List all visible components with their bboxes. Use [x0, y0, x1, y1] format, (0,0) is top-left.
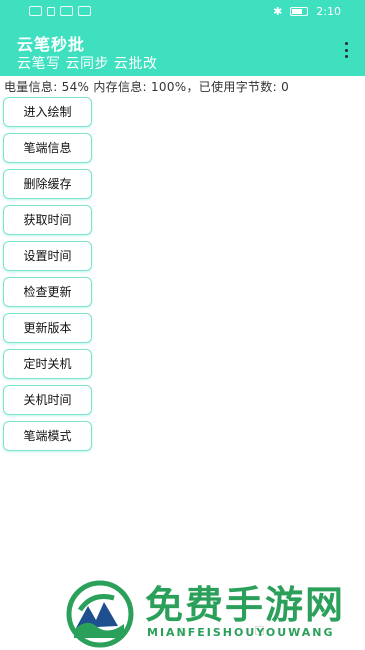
scheduled-shutdown-button[interactable]: 定时关机	[3, 349, 92, 379]
get-time-button[interactable]: 获取时间	[3, 205, 92, 235]
image-icon	[60, 6, 73, 16]
set-time-button[interactable]: 设置时间	[3, 241, 92, 271]
watermark-text: 免费手游网	[145, 583, 346, 627]
status-icons-right: ✱ 2:10	[273, 5, 341, 18]
sim-icon	[29, 6, 42, 16]
menu-dot	[344, 42, 348, 45]
watermark-subtext: MIANFEISHOUYOUWANG	[147, 626, 335, 639]
delete-cache-button[interactable]: 删除缓存	[3, 169, 92, 199]
watermark-logo-icon	[66, 580, 134, 648]
bluetooth-icon: ✱	[273, 5, 283, 18]
shutdown-time-button[interactable]: 关机时间	[3, 385, 92, 415]
app-bar: 云笔秒批 云笔写 云同步 云批改	[0, 26, 365, 76]
app-title: 云笔秒批	[17, 35, 86, 54]
status-icons-left	[29, 6, 91, 16]
signal-icon	[47, 6, 55, 16]
pen-mode-button[interactable]: 笔端模式	[3, 421, 92, 451]
watermark: 免费手游网 MIANFEISHOUYOUWANG	[66, 576, 360, 648]
enter-draw-button[interactable]: 进入绘制	[3, 97, 92, 127]
menu-dot	[344, 55, 348, 58]
action-button-list: 进入绘制 笔端信息 删除缓存 获取时间 设置时间 检查更新 更新版本 定时关机 …	[3, 97, 93, 457]
device-info-text: 电量信息: 54% 内存信息: 100%，已使用字节数: 0	[4, 80, 290, 94]
status-time: 2:10	[316, 5, 341, 18]
app-subtitle: 云笔写 云同步 云批改	[17, 56, 158, 72]
more-vert-icon[interactable]	[341, 40, 351, 60]
battery-icon	[290, 7, 309, 16]
status-bar: ✱ 2:10	[0, 0, 365, 26]
check-update-button[interactable]: 检查更新	[3, 277, 92, 307]
notification-icon	[78, 6, 91, 16]
update-version-button[interactable]: 更新版本	[3, 313, 92, 343]
pen-info-button[interactable]: 笔端信息	[3, 133, 92, 163]
menu-dot	[344, 48, 348, 52]
